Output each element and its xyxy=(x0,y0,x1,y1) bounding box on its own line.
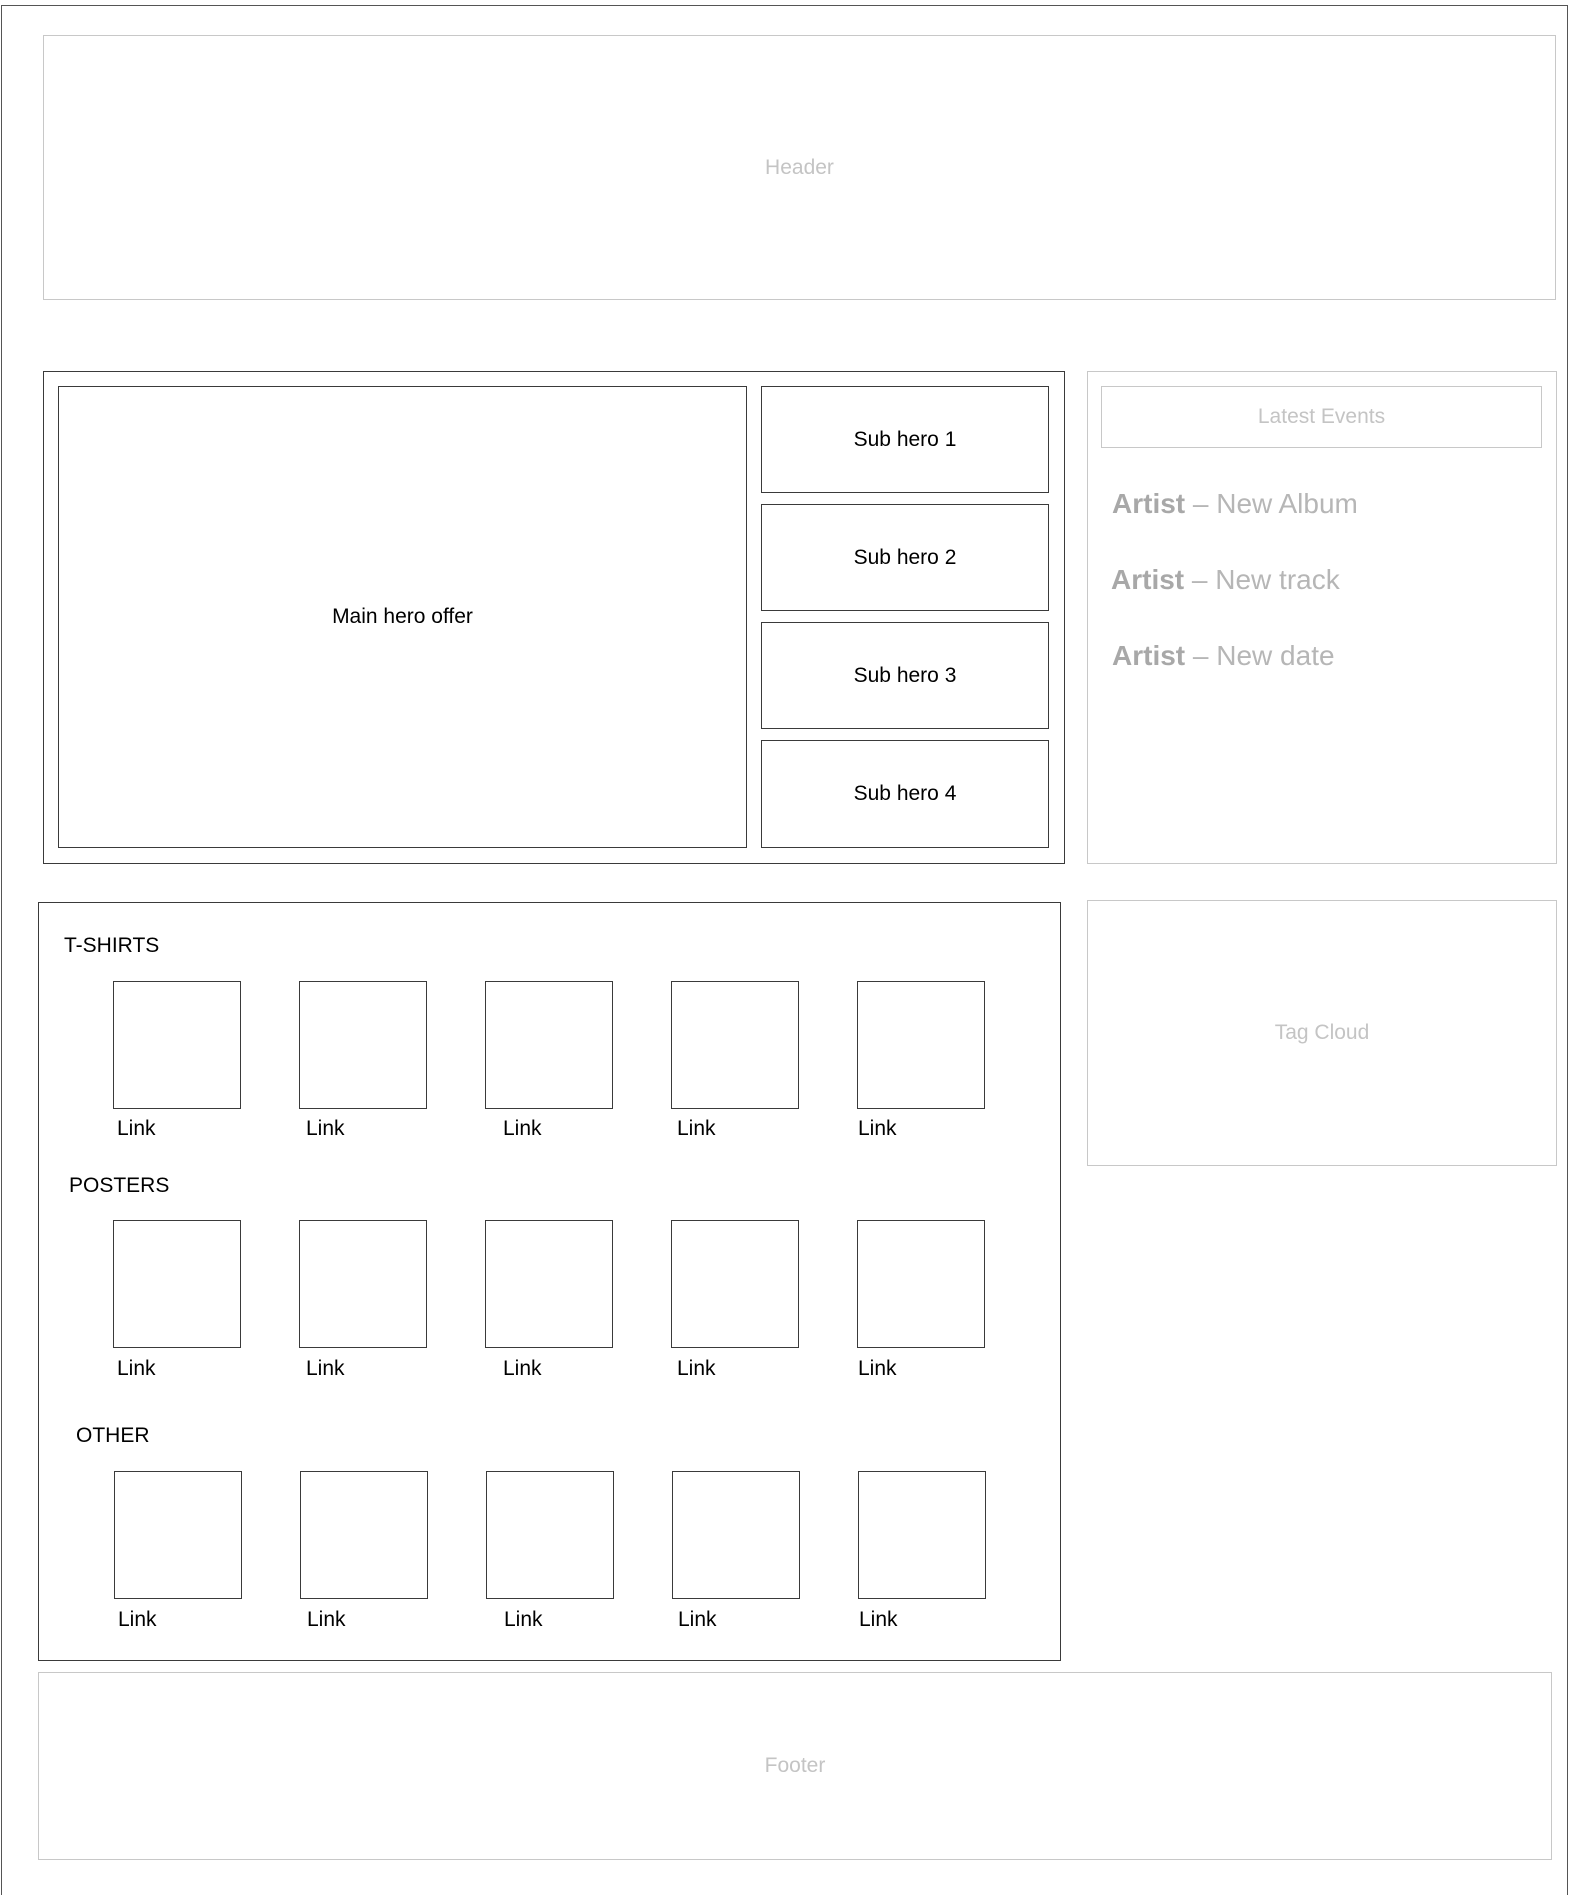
product-thumbnail[interactable] xyxy=(114,1471,242,1599)
main-hero-offer[interactable]: Main hero offer xyxy=(58,386,747,848)
sub-hero-2[interactable]: Sub hero 2 xyxy=(761,504,1049,611)
product-thumbnail[interactable] xyxy=(485,1220,613,1348)
footer-label: Footer xyxy=(764,1754,826,1777)
header-label: Header xyxy=(765,155,834,179)
product-link[interactable]: Link xyxy=(117,1357,156,1381)
product-thumbnail[interactable] xyxy=(299,981,427,1109)
event-artist: Artist xyxy=(1111,564,1185,595)
product-link[interactable]: Link xyxy=(504,1608,543,1632)
event-item[interactable]: Artist – New date xyxy=(1112,640,1335,672)
product-thumbnail[interactable] xyxy=(857,981,985,1109)
product-thumbnail[interactable] xyxy=(113,981,241,1109)
sub-hero-label: Sub hero 1 xyxy=(853,427,957,451)
event-item[interactable]: Artist – New Album xyxy=(1112,488,1358,520)
product-link[interactable]: Link xyxy=(306,1117,345,1141)
product-thumbnail[interactable] xyxy=(671,1220,799,1348)
sub-hero-label: Sub hero 2 xyxy=(853,545,957,569)
footer: Footer xyxy=(38,1672,1552,1860)
event-text: – New track xyxy=(1184,564,1340,595)
product-link[interactable]: Link xyxy=(306,1357,345,1381)
product-link[interactable]: Link xyxy=(503,1117,542,1141)
event-text: – New Album xyxy=(1185,488,1358,519)
header: Header xyxy=(43,35,1556,300)
sub-hero-label: Sub hero 4 xyxy=(853,782,957,805)
product-link[interactable]: Link xyxy=(307,1608,346,1632)
product-link[interactable]: Link xyxy=(858,1357,897,1381)
product-thumbnail[interactable] xyxy=(672,1471,800,1599)
events-title-label: Latest Events xyxy=(1257,405,1386,428)
sub-hero-1[interactable]: Sub hero 1 xyxy=(761,386,1049,493)
product-link[interactable]: Link xyxy=(859,1608,898,1632)
product-link[interactable]: Link xyxy=(677,1357,716,1381)
product-thumbnail[interactable] xyxy=(671,981,799,1109)
product-thumbnail[interactable] xyxy=(858,1471,986,1599)
section-title-posters: POSTERS xyxy=(69,1174,170,1197)
product-link[interactable]: Link xyxy=(117,1117,156,1141)
event-artist: Artist xyxy=(1112,640,1186,671)
product-link[interactable]: Link xyxy=(118,1608,157,1632)
sub-hero-3[interactable]: Sub hero 3 xyxy=(761,622,1049,729)
event-text: – New date xyxy=(1185,640,1335,671)
product-link[interactable]: Link xyxy=(678,1608,717,1632)
product-thumbnail[interactable] xyxy=(299,1220,427,1348)
product-thumbnail[interactable] xyxy=(857,1220,985,1348)
product-link[interactable]: Link xyxy=(503,1357,542,1381)
event-artist: Artist xyxy=(1112,488,1186,519)
section-title-tshirts: T-SHIRTS xyxy=(64,934,160,957)
product-thumbnail[interactable] xyxy=(485,981,613,1109)
sub-hero-label: Sub hero 3 xyxy=(853,663,957,687)
events-title: Latest Events xyxy=(1101,386,1542,448)
product-thumbnail[interactable] xyxy=(300,1471,428,1599)
tag-cloud-label: Tag Cloud xyxy=(1274,1021,1370,1044)
product-link[interactable]: Link xyxy=(858,1117,897,1141)
product-thumbnail[interactable] xyxy=(113,1220,241,1348)
sub-hero-4[interactable]: Sub hero 4 xyxy=(761,740,1049,848)
section-title-other: OTHER xyxy=(76,1424,150,1447)
main-hero-label: Main hero offer xyxy=(332,605,473,628)
event-item[interactable]: Artist – New track xyxy=(1111,564,1340,596)
tag-cloud: Tag Cloud xyxy=(1087,900,1557,1166)
product-link[interactable]: Link xyxy=(677,1117,716,1141)
product-thumbnail[interactable] xyxy=(486,1471,614,1599)
